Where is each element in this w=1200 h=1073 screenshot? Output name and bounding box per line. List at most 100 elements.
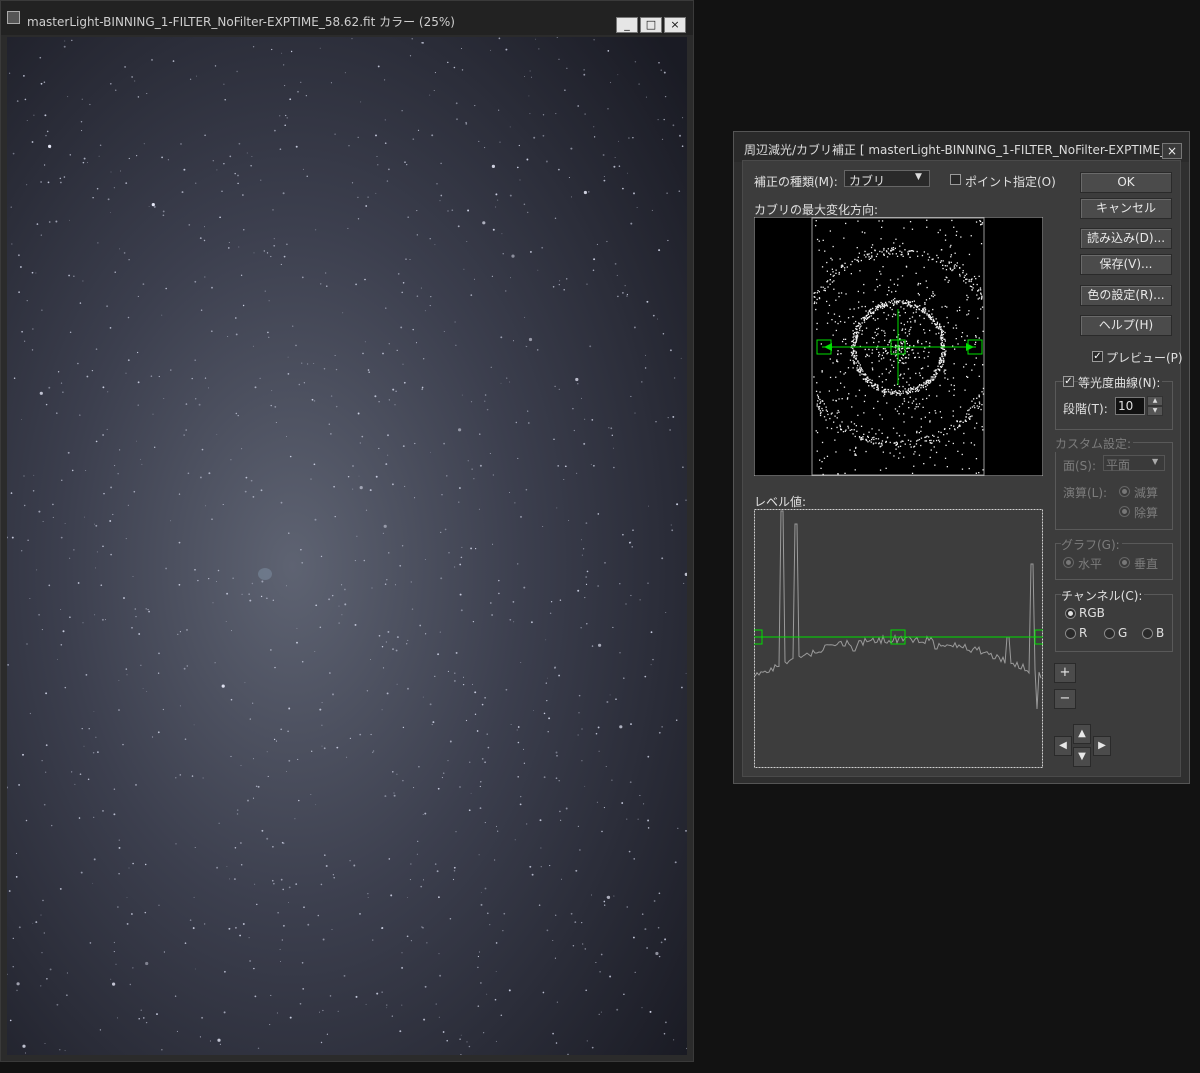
fog-dot (823, 289, 825, 291)
star (73, 275, 75, 277)
channel-g-radio[interactable] (1104, 628, 1115, 639)
operation-divide-radio[interactable] (1119, 506, 1130, 517)
star (410, 940, 412, 942)
load-button[interactable]: 読み込み(D)... (1080, 228, 1172, 249)
star (573, 429, 575, 432)
dialog-titlebar[interactable]: 周辺減光/カブリ補正 [ masterLight-BINNING_1-FILTE… (734, 132, 1189, 162)
ok-button[interactable]: OK (1080, 172, 1172, 193)
steps-input[interactable]: 10 (1115, 397, 1145, 415)
star (150, 375, 153, 377)
star (59, 887, 62, 890)
maximize-button[interactable]: □ (640, 17, 662, 33)
preview-checkbox[interactable]: ✓ (1092, 351, 1103, 362)
save-button[interactable]: 保存(V)... (1080, 254, 1172, 275)
fog-dot (945, 350, 947, 352)
channel-b-radio[interactable] (1142, 628, 1153, 639)
star (266, 252, 269, 254)
star (619, 582, 621, 585)
fog-dot (893, 242, 895, 244)
graph-vertical-radio[interactable] (1119, 557, 1130, 568)
fog-dot (851, 260, 853, 263)
star (236, 809, 239, 811)
star (589, 345, 592, 348)
dialog-close-button[interactable]: × (1162, 143, 1182, 159)
fog-dot (918, 432, 920, 434)
help-button[interactable]: ヘルプ(H) (1080, 315, 1172, 336)
fog-dot (967, 296, 969, 299)
direction-preview[interactable] (754, 217, 1043, 476)
fog-dot (895, 351, 897, 353)
star (641, 381, 643, 383)
fog-dot (856, 336, 858, 339)
fog-dot (940, 335, 942, 337)
channel-r-radio[interactable] (1065, 628, 1076, 639)
image-window-titlebar[interactable]: masterLight-BINNING_1-FILTER_NoFilter-EX… (1, 1, 693, 35)
surface-select[interactable]: 平面 ▼ (1103, 455, 1165, 472)
fog-dot (942, 333, 945, 336)
channel-rgb-radio[interactable] (1065, 608, 1076, 619)
star (322, 1009, 324, 1012)
fog-dot (956, 262, 958, 264)
star (542, 114, 545, 116)
fog-dot (975, 336, 977, 338)
type-select[interactable]: カブリ ▼ (844, 170, 930, 188)
zoom-out-button[interactable]: − (1054, 689, 1076, 709)
fog-dot (946, 306, 948, 308)
star (194, 568, 196, 571)
fog-dot (911, 402, 913, 404)
star (402, 779, 404, 782)
arrow-left-button[interactable]: ◀ (1054, 736, 1072, 756)
fog-dot (936, 321, 939, 323)
arrow-up-button[interactable]: ▲ (1073, 724, 1091, 744)
level-graph[interactable] (754, 509, 1043, 768)
fog-dot (911, 301, 913, 303)
star (603, 807, 605, 809)
graph-horizontal-radio[interactable] (1063, 557, 1074, 568)
star (611, 779, 613, 781)
fog-dot (825, 406, 827, 408)
star (12, 152, 15, 155)
arrow-down-button[interactable]: ▼ (1073, 747, 1091, 767)
star (286, 243, 288, 246)
star (382, 667, 385, 669)
star (31, 271, 34, 274)
fog-dot (832, 362, 834, 364)
star (591, 1046, 594, 1049)
star (214, 65, 217, 67)
fog-dot (915, 372, 917, 375)
star (17, 254, 20, 257)
operation-subtract-radio[interactable] (1119, 486, 1130, 497)
fog-dot (827, 312, 829, 314)
zoom-in-button[interactable]: + (1054, 663, 1076, 683)
minimize-button[interactable]: _ (616, 17, 638, 33)
star (261, 580, 264, 583)
star-field-image[interactable] (7, 37, 687, 1055)
fog-dot (867, 312, 869, 314)
star (279, 115, 281, 117)
fog-dot (920, 310, 923, 312)
fog-dot (827, 413, 829, 416)
star (64, 1050, 66, 1052)
steps-spin-down[interactable]: ▼ (1147, 406, 1163, 416)
close-button[interactable]: × (664, 17, 686, 33)
star (412, 328, 414, 331)
contour-checkbox[interactable]: ✓ (1063, 376, 1074, 387)
steps-spin-up[interactable]: ▲ (1147, 396, 1163, 406)
fog-dot (893, 392, 895, 394)
star (97, 242, 99, 244)
star (406, 643, 408, 645)
fog-dot (917, 305, 919, 308)
point-checkbox[interactable] (950, 174, 961, 185)
fog-dot (852, 352, 854, 355)
cancel-button[interactable]: キャンセル (1080, 198, 1172, 219)
star (681, 145, 684, 148)
star (595, 961, 597, 964)
fog-dot (830, 257, 832, 259)
fog-dot (915, 443, 918, 445)
arrow-right-button[interactable]: ▶ (1093, 736, 1111, 756)
fog-dot (917, 284, 919, 286)
star (44, 114, 47, 117)
color-settings-button[interactable]: 色の設定(R)... (1080, 285, 1172, 306)
star (179, 774, 182, 776)
star (532, 709, 534, 711)
